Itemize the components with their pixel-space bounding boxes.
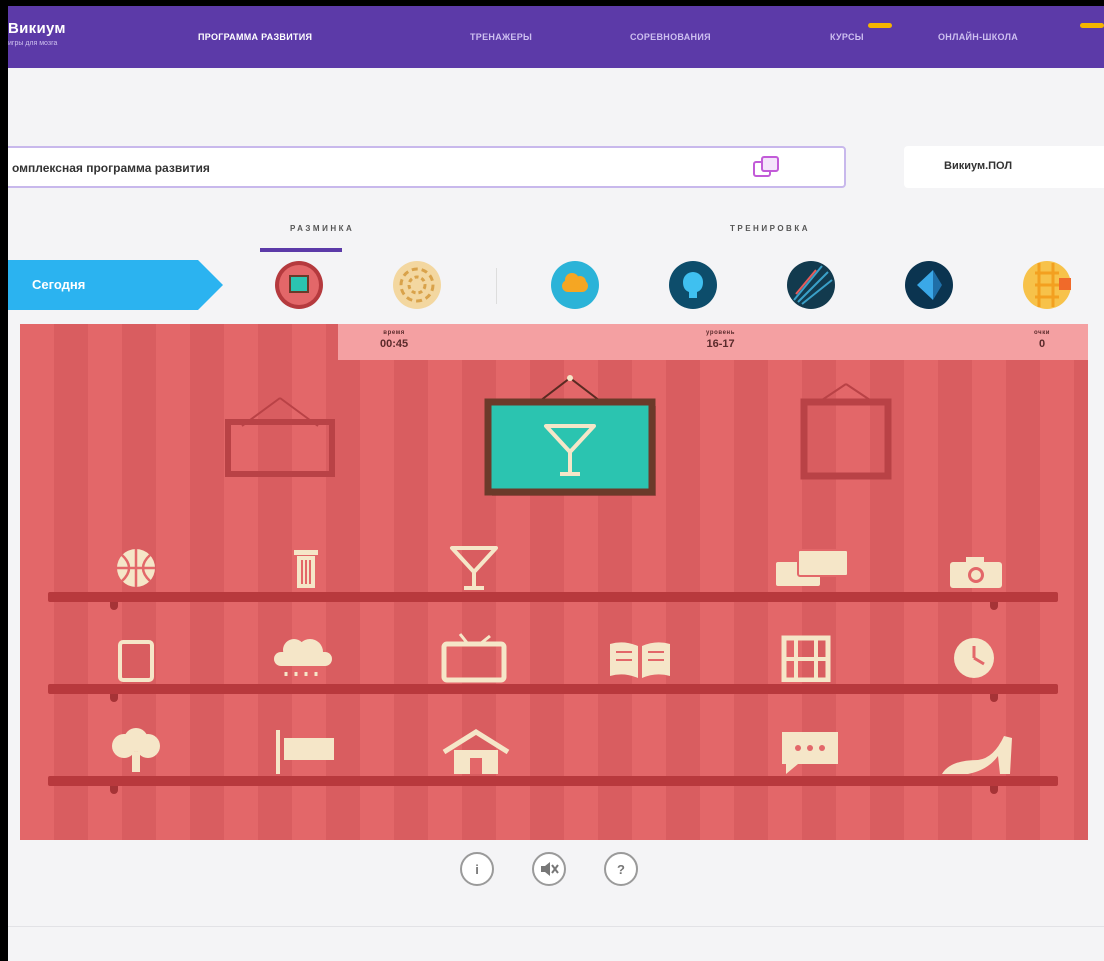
help-button[interactable]: ? bbox=[604, 852, 638, 886]
sound-toggle-button[interactable] bbox=[532, 852, 566, 886]
empty-frame-right bbox=[800, 383, 892, 480]
today-button[interactable]: Сегодня bbox=[8, 260, 223, 310]
brand-logo[interactable]: Викиум игры для мозга bbox=[8, 20, 66, 47]
program-select[interactable]: омплексная программа развития bbox=[8, 146, 846, 188]
shelf-peg bbox=[110, 786, 118, 794]
nav-link-courses-label: КУРСЫ bbox=[830, 32, 864, 42]
cloud-game-icon[interactable] bbox=[536, 260, 614, 310]
brand-name: Викиум bbox=[8, 20, 66, 37]
shelf-3 bbox=[48, 776, 1058, 794]
hud-level-value: 16-17 bbox=[706, 338, 735, 350]
grid-game-icon[interactable] bbox=[1008, 260, 1086, 310]
app-screen: Викиум игры для мозга ПРОГРАММА РАЗВИТИЯ… bbox=[8, 6, 1104, 961]
hud-score-label: очки bbox=[1034, 330, 1051, 336]
tablet-icon[interactable] bbox=[104, 638, 168, 682]
hud-score-value: 0 bbox=[1038, 338, 1046, 350]
nav-link-online-school[interactable]: ОНЛАЙН-ШКОЛА bbox=[938, 23, 1104, 42]
tab-active-indicator bbox=[260, 248, 342, 252]
hud-time-value: 00:45 bbox=[380, 338, 409, 350]
divider bbox=[496, 268, 497, 304]
shelf-2 bbox=[48, 684, 1058, 702]
empty-frame-left bbox=[225, 397, 335, 477]
divider bbox=[8, 926, 1104, 927]
cocktail-glass-icon[interactable] bbox=[440, 544, 508, 592]
tree-icon[interactable] bbox=[100, 726, 172, 774]
brand-tagline: игры для мозга bbox=[8, 40, 58, 47]
shelf-peg bbox=[990, 694, 998, 702]
nav-link-trainers[interactable]: ТРЕНАЖЕРЫ bbox=[470, 32, 532, 42]
today-label: Сегодня bbox=[32, 277, 86, 292]
program-select-value: омплексная программа развития bbox=[12, 161, 210, 175]
game-hud: время 00:45 уровень 16-17 очки 0 bbox=[338, 324, 1088, 360]
shelf-1 bbox=[48, 592, 1058, 610]
nav-link-courses[interactable]: КУРСЫ bbox=[830, 23, 892, 42]
product-select-value: Викиум.ПОЛ bbox=[944, 160, 1013, 172]
tab-training[interactable]: ТРЕНИРОВКА bbox=[730, 224, 810, 233]
help-icon: ? bbox=[617, 861, 625, 877]
trash-can-icon[interactable] bbox=[272, 546, 340, 590]
rain-cloud-icon[interactable] bbox=[264, 634, 340, 682]
hud-time-label: время bbox=[383, 330, 405, 336]
shelf-peg bbox=[110, 602, 118, 610]
open-book-icon[interactable] bbox=[604, 638, 676, 682]
copy-icon[interactable] bbox=[751, 154, 781, 180]
house-icon[interactable] bbox=[438, 728, 514, 776]
speech-bubble-icon[interactable] bbox=[776, 728, 844, 776]
diamond-game-icon[interactable] bbox=[890, 260, 968, 310]
film-strip-icon[interactable] bbox=[772, 634, 840, 682]
tv-icon[interactable] bbox=[438, 632, 510, 684]
nav-link-competitions[interactable]: СОРЕВНОВАНИЯ bbox=[630, 32, 711, 42]
hud-level-label: уровень bbox=[706, 330, 736, 336]
high-heel-icon[interactable] bbox=[938, 730, 1018, 776]
shelf-peg bbox=[990, 786, 998, 794]
info-icon: i bbox=[475, 861, 479, 877]
spiral-game-icon[interactable] bbox=[378, 260, 456, 310]
basketball-icon[interactable] bbox=[102, 546, 170, 590]
speaker-muted-icon bbox=[541, 862, 559, 876]
new-badge bbox=[1080, 23, 1104, 28]
hud-time: время 00:45 bbox=[380, 330, 408, 350]
nav-link-program[interactable]: ПРОГРАММА РАЗВИТИЯ bbox=[198, 32, 312, 42]
product-select[interactable]: Викиум.ПОЛ bbox=[904, 146, 1104, 188]
shelf-peg bbox=[110, 694, 118, 702]
top-nav: Викиум игры для мозга ПРОГРАММА РАЗВИТИЯ… bbox=[8, 6, 1104, 68]
hud-level: уровень 16-17 bbox=[706, 330, 735, 350]
frame-game-icon[interactable] bbox=[260, 260, 338, 310]
camera-icon[interactable] bbox=[944, 554, 1008, 590]
clock-icon[interactable] bbox=[940, 634, 1008, 682]
tab-warmup[interactable]: РАЗМИНКА bbox=[290, 224, 354, 233]
shelf-peg bbox=[990, 602, 998, 610]
head-game-icon[interactable] bbox=[654, 260, 732, 310]
new-badge bbox=[868, 23, 892, 28]
hud-score: очки 0 bbox=[1034, 330, 1050, 350]
chat-bubbles-icon[interactable] bbox=[772, 546, 856, 590]
game-canvas[interactable]: время 00:45 уровень 16-17 очки 0 bbox=[20, 324, 1088, 840]
flag-icon[interactable] bbox=[268, 728, 340, 776]
target-frame bbox=[484, 375, 656, 496]
lines-game-icon[interactable] bbox=[772, 260, 850, 310]
nav-link-online-school-label: ОНЛАЙН-ШКОЛА bbox=[938, 32, 1019, 42]
info-button[interactable]: i bbox=[460, 852, 494, 886]
